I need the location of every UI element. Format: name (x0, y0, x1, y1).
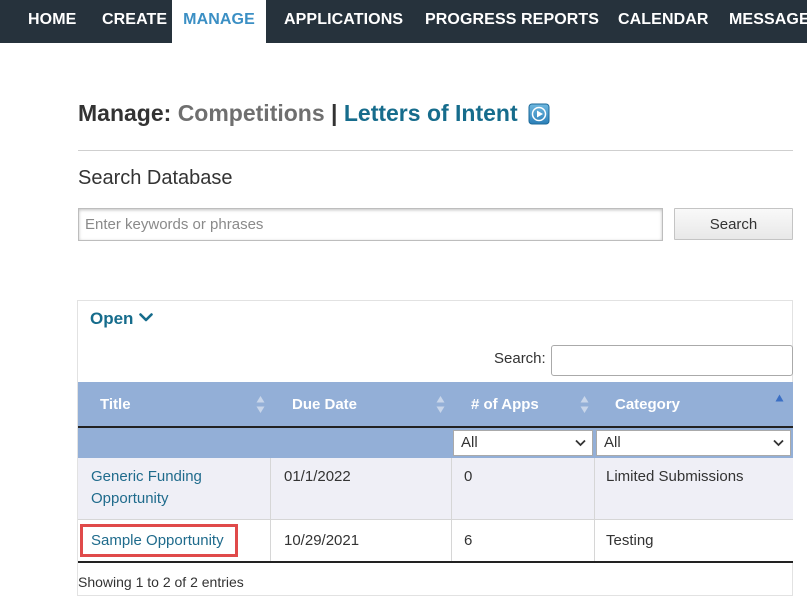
row1-apps: 0 (464, 468, 473, 485)
nav-manage[interactable]: MANAGE (172, 0, 266, 44)
nav-calendar[interactable]: CALENDAR (618, 0, 709, 43)
table-bottom-border (78, 561, 793, 563)
chevron-down-icon (139, 307, 154, 322)
row1-title-line1: Generic Funding (91, 468, 202, 485)
sort-icon[interactable] (436, 395, 445, 414)
nav-home[interactable]: HOME (28, 0, 76, 43)
row2-apps: 6 (464, 532, 473, 549)
table-header: Title Due Date # of Apps Category (78, 382, 793, 427)
sort-icon[interactable] (256, 395, 265, 414)
competitions-link[interactable]: Competitions (178, 100, 325, 126)
row1-due-date: 01/1/2022 (284, 468, 351, 485)
divider (78, 150, 793, 151)
keyword-search-input[interactable] (78, 208, 663, 241)
row-divider (78, 519, 793, 520)
search-database-title: Search Database (78, 167, 233, 189)
open-toggle-label: Open (90, 309, 134, 328)
column-divider (451, 458, 452, 562)
row1-title-line2: Opportunity (91, 490, 169, 507)
row1-title-link[interactable]: Generic Funding Opportunity (91, 466, 202, 510)
table-search-input[interactable] (551, 345, 793, 376)
letters-of-intent-link[interactable]: Letters of Intent (344, 100, 518, 126)
play-icon[interactable] (528, 103, 550, 125)
row2-due-date: 10/29/2021 (284, 532, 360, 549)
nav-messages[interactable]: MESSAGES (729, 0, 807, 43)
nav-progress-reports[interactable]: PROGRESS REPORTS (425, 0, 599, 43)
open-toggle[interactable]: Open (90, 307, 154, 329)
table-search-label: Search: (494, 350, 546, 367)
highlight-box (80, 524, 238, 557)
top-nav: HOME CREATE MANAGE APPLICATIONS PROGRESS… (0, 0, 807, 44)
nav-create[interactable]: CREATE (102, 0, 167, 43)
apps-filter-value: All (461, 434, 478, 451)
col-due-date[interactable]: Due Date (292, 382, 357, 427)
col-category[interactable]: Category (615, 382, 680, 427)
column-divider (594, 458, 595, 562)
col-num-apps[interactable]: # of Apps (471, 382, 539, 427)
page-title: Manage: Competitions | Letters of Intent (78, 100, 550, 127)
row1-category: Limited Submissions (606, 468, 744, 485)
sort-icon[interactable] (580, 395, 589, 414)
apps-filter-select[interactable]: All (453, 430, 593, 456)
col-title[interactable]: Title (100, 382, 131, 427)
search-button[interactable]: Search (674, 208, 793, 240)
table-info: Showing 1 to 2 of 2 entries (78, 574, 244, 590)
page-title-label: Manage: (78, 100, 172, 126)
chevron-down-icon (575, 439, 586, 447)
sort-ascending-icon[interactable] (775, 394, 784, 402)
nav-applications[interactable]: APPLICATIONS (284, 0, 403, 43)
category-filter-select[interactable]: All (596, 430, 791, 456)
chevron-down-icon (773, 439, 784, 447)
column-divider (270, 458, 271, 562)
category-filter-value: All (604, 434, 621, 451)
title-separator: | (331, 100, 338, 126)
row2-category: Testing (606, 532, 654, 549)
